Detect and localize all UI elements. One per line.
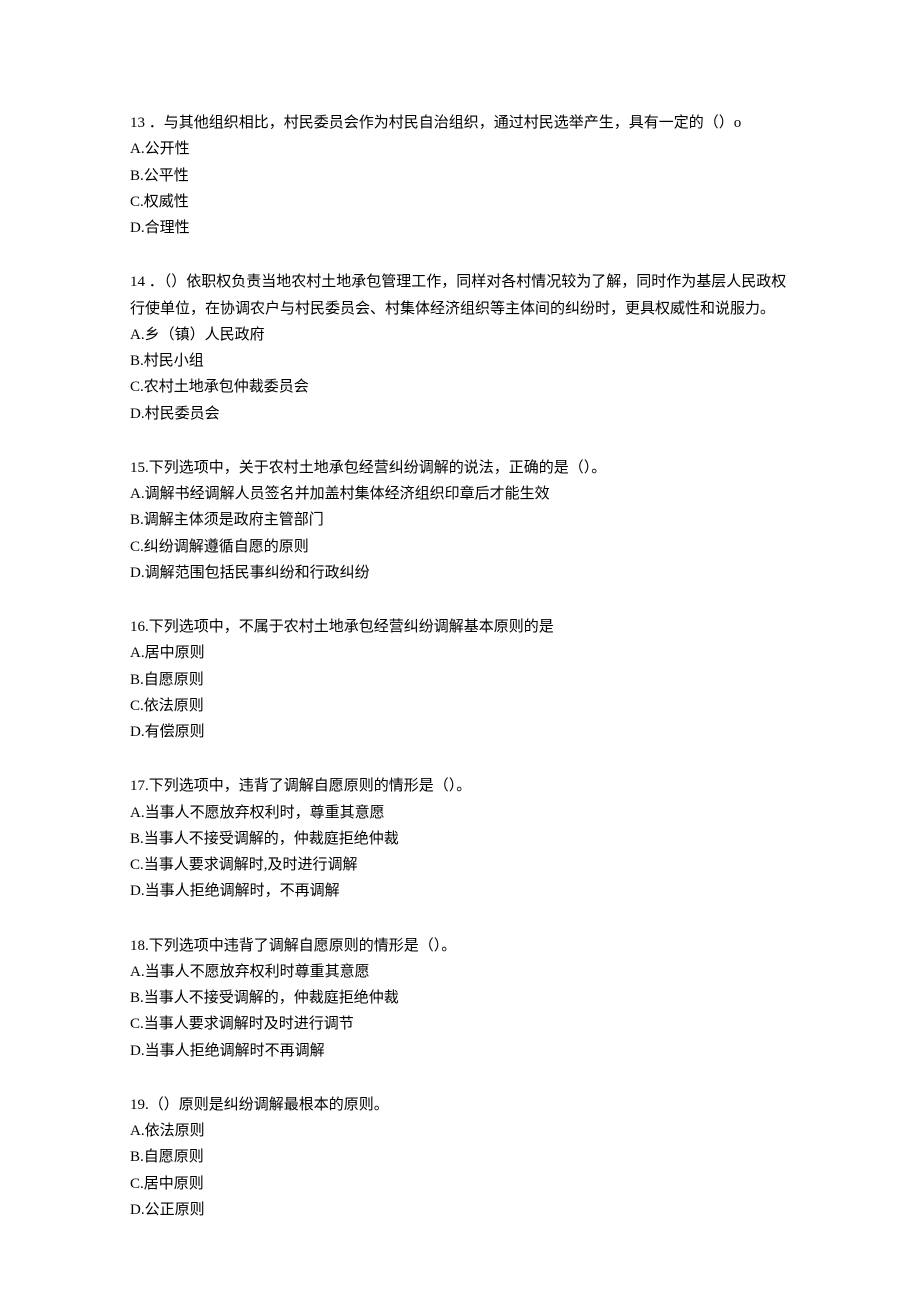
question-text: ．（）依职权负责当地农村土地承包管理工作，同样对各村情况较为了解，同时作为基层人… (130, 274, 786, 316)
question-block: 13 ．与其他组织相比，村民委员会作为村民自治组织，通过村民选举产生，具有一定的… (130, 110, 790, 241)
question-stem: 17.下列选项中，违背了调解自愿原则的情形是（）。 (130, 773, 790, 799)
question-option: D.公正原则 (130, 1197, 790, 1223)
question-option: C.当事人要求调解时及时进行调节 (130, 1011, 790, 1037)
question-text: 下列选项中，不属于农村土地承包经营纠纷调解基本原则的是 (149, 619, 554, 635)
question-text: 下列选项中，关于农村土地承包经营纠纷调解的说法，正确的是（）。 (149, 460, 607, 476)
question-block: 19.（）原则是纠纷调解最根本的原则。A.依法原则B.自愿原则C.居中原则D.公… (130, 1092, 790, 1223)
question-option: A.公开性 (130, 136, 790, 162)
question-option: B.公平性 (130, 163, 790, 189)
question-text: ．与其他组织相比，村民委员会作为村民自治组织，通过村民选举产生，具有一定的（）o (145, 115, 741, 131)
question-option: A.乡（镇）人民政府 (130, 322, 790, 348)
question-option: B.调解主体须是政府主管部门 (130, 507, 790, 533)
question-block: 16.下列选项中，不属于农村土地承包经营纠纷调解基本原则的是A.居中原则B.自愿… (130, 614, 790, 745)
question-option: D.村民委员会 (130, 401, 790, 427)
question-option: B.自愿原则 (130, 1144, 790, 1170)
question-option: C.农村土地承包仲裁委员会 (130, 374, 790, 400)
question-option: C.居中原则 (130, 1171, 790, 1197)
question-block: 17.下列选项中，违背了调解自愿原则的情形是（）。A.当事人不愿放弃权利时，尊重… (130, 773, 790, 904)
question-stem: 18.下列选项中违背了调解自愿原则的情形是（）。 (130, 933, 790, 959)
question-option: B.当事人不接受调解的，仲裁庭拒绝仲裁 (130, 985, 790, 1011)
question-option: A.居中原则 (130, 640, 790, 666)
question-number: 19. (130, 1097, 149, 1113)
question-option: D.调解范围包括民事纠纷和行政纠纷 (130, 560, 790, 586)
question-option: D.合理性 (130, 215, 790, 241)
question-number: 18. (130, 938, 149, 954)
question-option: A.当事人不愿放弃权利时尊重其意愿 (130, 959, 790, 985)
question-text: 下列选项中，违背了调解自愿原则的情形是（）。 (149, 778, 472, 794)
question-option: B.当事人不接受调解的，仲裁庭拒绝仲裁 (130, 826, 790, 852)
question-option: A.调解书经调解人员签名并加盖村集体经济组织印章后才能生效 (130, 481, 790, 507)
question-option: D.当事人拒绝调解时不再调解 (130, 1038, 790, 1064)
question-block: 14 ．（）依职权负责当地农村土地承包管理工作，同样对各村情况较为了解，同时作为… (130, 269, 790, 427)
question-block: 18.下列选项中违背了调解自愿原则的情形是（）。A.当事人不愿放弃权利时尊重其意… (130, 933, 790, 1064)
question-option: A.当事人不愿放弃权利时，尊重其意愿 (130, 800, 790, 826)
question-stem: 16.下列选项中，不属于农村土地承包经营纠纷调解基本原则的是 (130, 614, 790, 640)
question-option: C.当事人要求调解时,及时进行调解 (130, 852, 790, 878)
question-stem: 15.下列选项中，关于农村土地承包经营纠纷调解的说法，正确的是（）。 (130, 455, 790, 481)
question-block: 15.下列选项中，关于农村土地承包经营纠纷调解的说法，正确的是（）。A.调解书经… (130, 455, 790, 586)
question-option: B.自愿原则 (130, 667, 790, 693)
question-number: 14 (130, 274, 145, 290)
question-option: D.有偿原则 (130, 719, 790, 745)
question-number: 16. (130, 619, 149, 635)
question-option: C.纠纷调解遵循自愿的原则 (130, 534, 790, 560)
question-number: 13 (130, 115, 145, 131)
question-option: C.权威性 (130, 189, 790, 215)
question-text: 下列选项中违背了调解自愿原则的情形是（）。 (149, 938, 457, 954)
document-content: 13 ．与其他组织相比，村民委员会作为村民自治组织，通过村民选举产生，具有一定的… (130, 110, 790, 1223)
question-option: B.村民小组 (130, 348, 790, 374)
question-option: D.当事人拒绝调解时，不再调解 (130, 878, 790, 904)
question-option: A.依法原则 (130, 1118, 790, 1144)
question-stem: 14 ．（）依职权负责当地农村土地承包管理工作，同样对各村情况较为了解，同时作为… (130, 269, 790, 322)
question-stem: 19.（）原则是纠纷调解最根本的原则。 (130, 1092, 790, 1118)
question-text: （）原则是纠纷调解最根本的原则。 (149, 1097, 389, 1113)
question-option: C.依法原则 (130, 693, 790, 719)
question-number: 17. (130, 778, 149, 794)
question-stem: 13 ．与其他组织相比，村民委员会作为村民自治组织，通过村民选举产生，具有一定的… (130, 110, 790, 136)
question-number: 15. (130, 460, 149, 476)
